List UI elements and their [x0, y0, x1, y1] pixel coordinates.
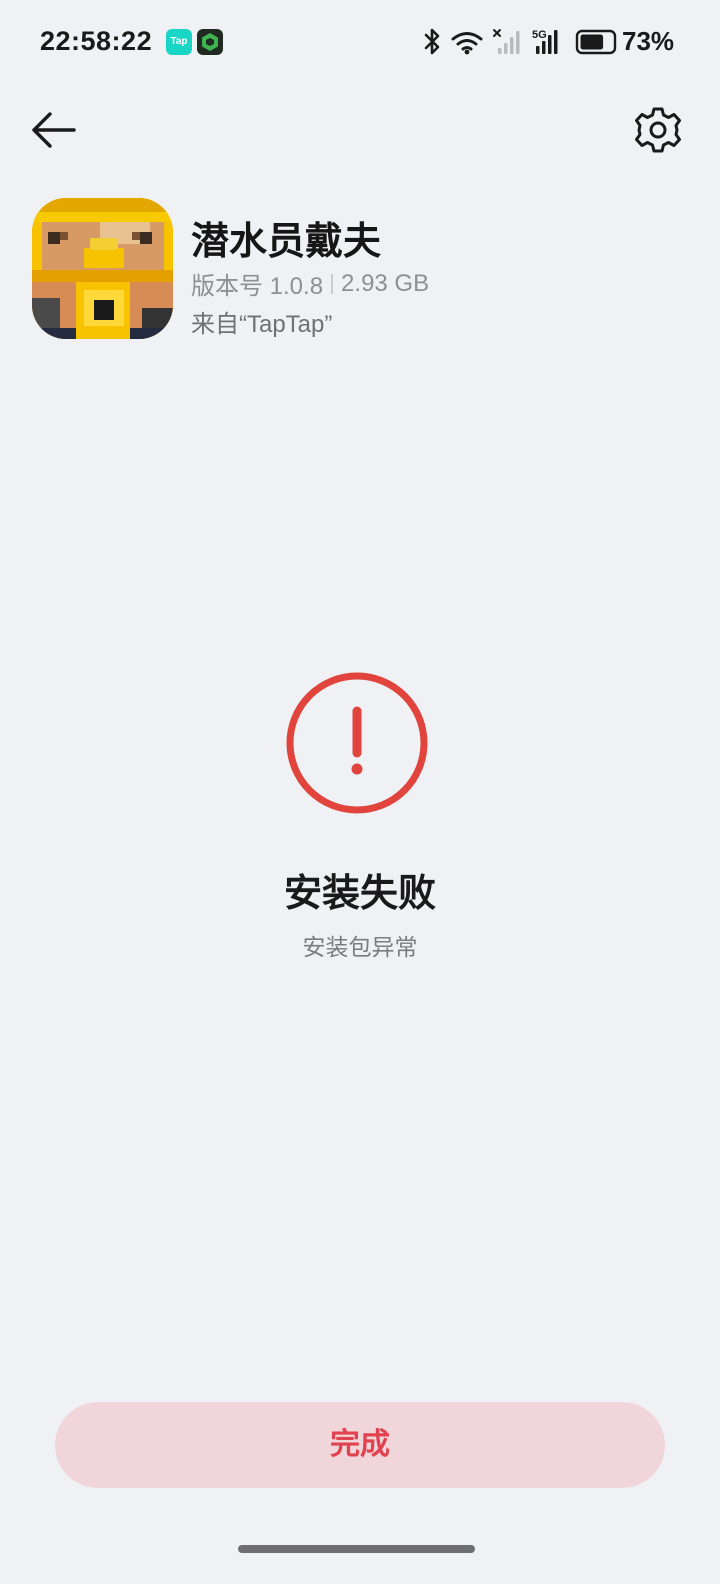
result-subtitle: 安装包异常 [302, 934, 418, 960]
result-title: 安装失败 [283, 873, 436, 915]
app-version: 版本号 1.0.8 [191, 273, 324, 300]
app-meta: 版本号 1.0.8 2.93 GB [191, 266, 429, 301]
back-arrow-icon [32, 112, 76, 148]
back-button[interactable] [28, 106, 80, 154]
wifi-icon [451, 32, 483, 51]
cellular-signal-icon-sim1 [493, 29, 520, 54]
home-indicator[interactable] [238, 1545, 475, 1553]
cellular-signal-icon-sim2: 5G [532, 29, 558, 54]
status-time: 22:58:22 [40, 26, 153, 56]
bluetooth-icon [424, 28, 440, 55]
gear-icon [635, 107, 681, 153]
app-icon [32, 198, 173, 339]
system-status-icons: 5G [424, 28, 617, 55]
battery-level-fill [580, 34, 604, 50]
meta-divider [331, 273, 334, 294]
settings-button[interactable] [632, 104, 684, 156]
network-type-label: 5G [532, 29, 547, 41]
app-size: 2.93 GB [341, 269, 430, 297]
app-name: 潜水员戴夫 [191, 221, 382, 263]
done-button[interactable]: 完成 [55, 1402, 665, 1488]
battery-percentage: 73% [622, 26, 675, 56]
app-source: 来自“TapTap” [191, 311, 333, 338]
error-exclamation-icon [285, 671, 429, 815]
status-bar: 22:58:22 Tap 5G 73% [0, 0, 720, 84]
battery-icon [575, 29, 617, 55]
cube-app-icon [197, 29, 223, 55]
taptap-icon: Tap [166, 29, 192, 55]
diver-dave-app-icon [32, 198, 173, 339]
